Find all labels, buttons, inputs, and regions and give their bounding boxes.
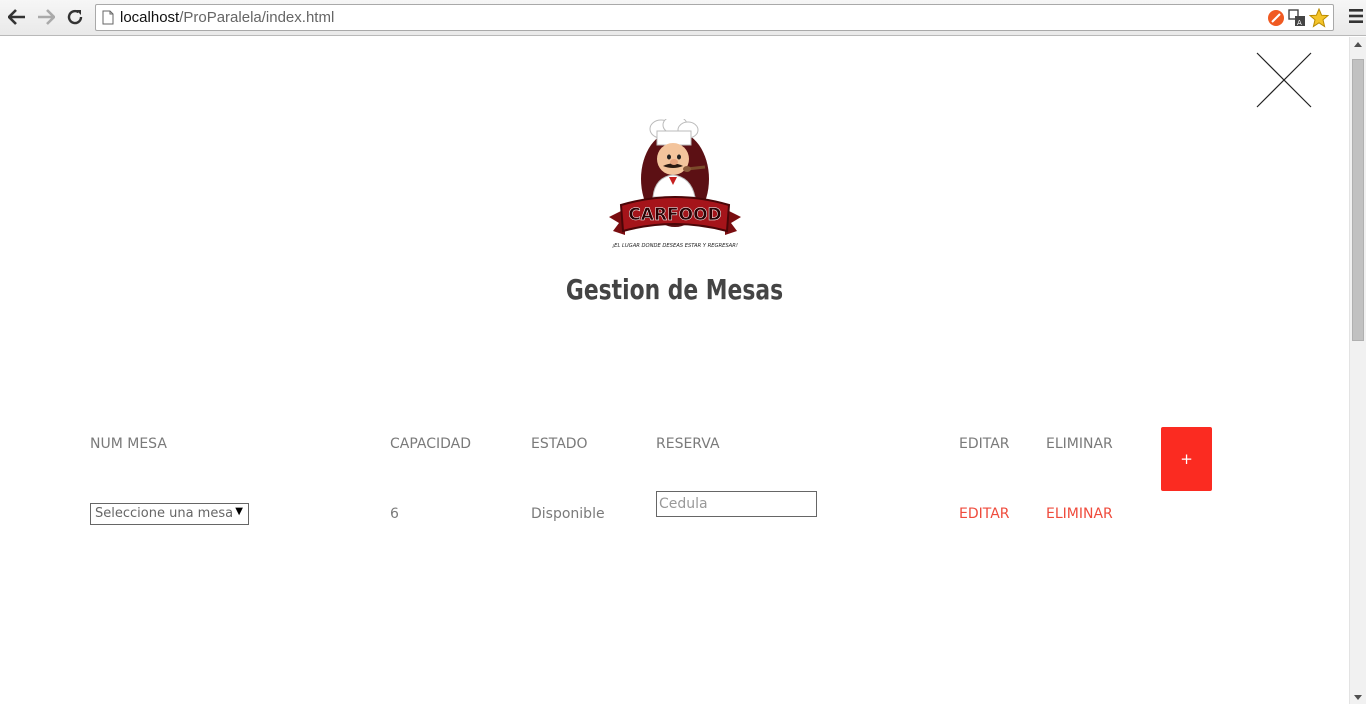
dropdown-caret-icon: ▼: [235, 506, 243, 517]
mesa-select-value: Seleccione una mesa: [95, 506, 234, 521]
reload-button[interactable]: [64, 6, 86, 28]
header-estado: ESTADO: [531, 436, 588, 452]
forward-button[interactable]: [35, 6, 57, 28]
back-arrow-icon: [8, 9, 25, 25]
address-bar[interactable]: localhost/ProParalela/index.html A: [95, 4, 1334, 31]
url-host: localhost: [120, 9, 180, 26]
page-title: Gestion de Mesas: [565, 273, 784, 306]
back-button[interactable]: [6, 6, 28, 28]
forward-arrow-icon: [38, 9, 55, 25]
add-mesa-button[interactable]: +: [1161, 427, 1212, 491]
logo-text: CARFOOD: [628, 205, 721, 225]
cedula-input[interactable]: [656, 491, 817, 517]
url-text: localhost/ProParalela/index.html: [120, 9, 334, 26]
page-content: CARFOOD ¡EL LUGAR DONDE DESEAS ESTAR Y R…: [0, 37, 1349, 704]
browser-menu-icon[interactable]: [1348, 8, 1364, 24]
header-reserva: RESERVA: [656, 436, 720, 452]
header-eliminar: ELIMINAR: [1046, 436, 1113, 452]
url-path: /ProParalela/index.html: [179, 9, 335, 26]
bookmark-star-icon[interactable]: [1309, 8, 1329, 28]
extension-blocked-icon[interactable]: [1267, 9, 1285, 27]
page-scrollbar[interactable]: [1349, 37, 1366, 704]
close-icon[interactable]: [1256, 52, 1312, 108]
scroll-down-arrow-icon[interactable]: [1354, 695, 1362, 700]
logo-tagline: ¡EL LUGAR DONDE DESEAS ESTAR Y REGRESAR!: [612, 243, 738, 249]
browser-toolbar: localhost/ProParalela/index.html A: [0, 0, 1366, 36]
cell-capacidad: 6: [390, 506, 399, 522]
header-capacidad: CAPACIDAD: [390, 436, 472, 452]
mesa-select[interactable]: Seleccione una mesa ▼: [90, 503, 249, 525]
eliminar-link[interactable]: ELIMINAR: [1046, 506, 1113, 522]
page-icon: [102, 10, 114, 25]
header-editar: EDITAR: [959, 436, 1010, 452]
scroll-up-arrow-icon[interactable]: [1354, 42, 1362, 47]
cell-estado: Disponible: [531, 506, 605, 522]
header-num-mesa: NUM MESA: [90, 436, 167, 452]
scroll-thumb[interactable]: [1352, 59, 1364, 341]
translate-icon[interactable]: A: [1288, 9, 1306, 27]
carfood-logo: CARFOOD ¡EL LUGAR DONDE DESEAS ESTAR Y R…: [609, 119, 741, 249]
editar-link[interactable]: EDITAR: [959, 506, 1010, 522]
omnibox-icons: A: [1267, 8, 1329, 28]
svg-text:A: A: [1297, 19, 1302, 27]
reload-icon: [67, 9, 83, 25]
